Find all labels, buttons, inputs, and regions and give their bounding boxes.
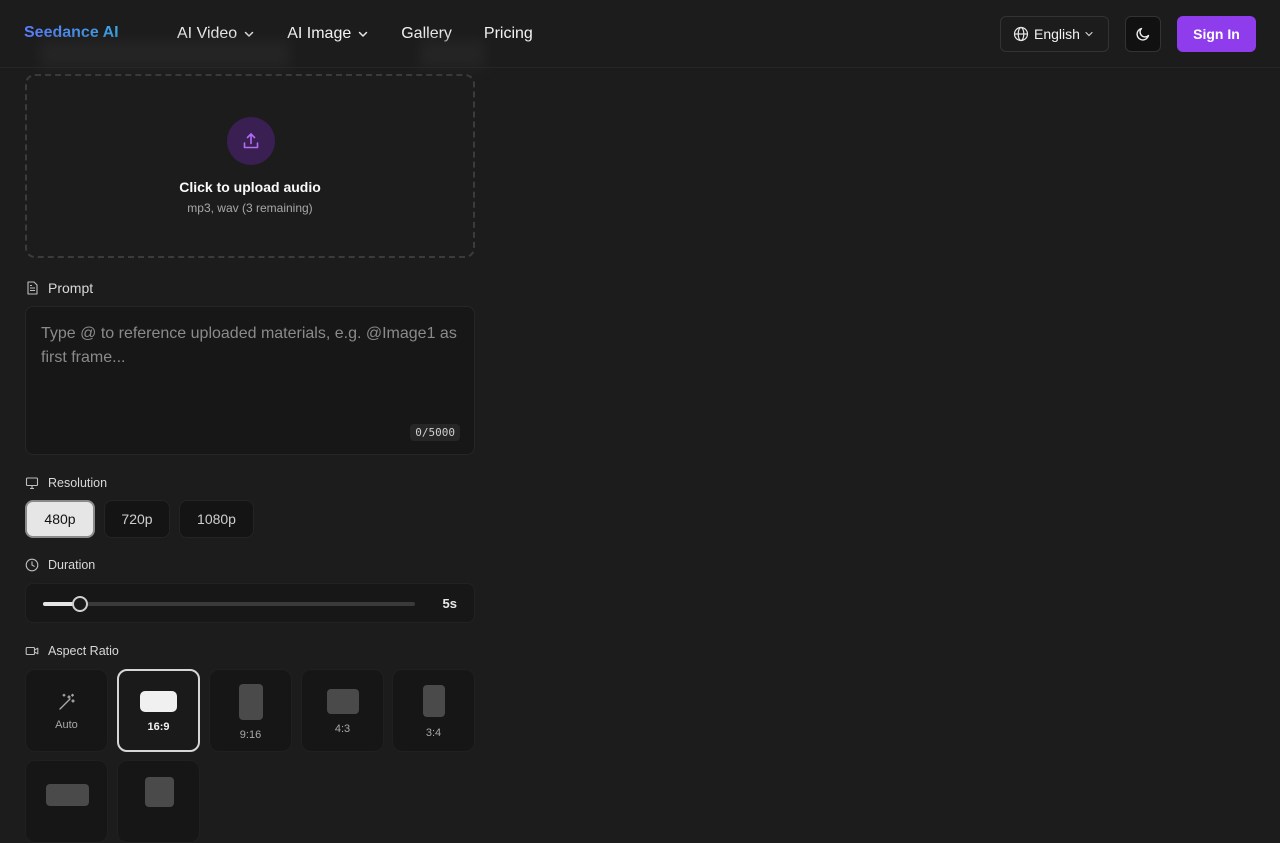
language-selector[interactable]: English: [1000, 16, 1109, 52]
upload-subtitle: mp3, wav (3 remaining): [187, 201, 313, 215]
ratio-preview-3-4: [423, 685, 445, 717]
aspect-ratio-9-16[interactable]: 9:16: [209, 669, 292, 752]
sign-in-button[interactable]: Sign In: [1177, 16, 1256, 52]
chevron-down-icon: [357, 28, 369, 40]
nav-pricing[interactable]: Pricing: [484, 24, 533, 44]
aspect-ratio-3-4-label: 3:4: [425, 727, 442, 739]
chevron-down-icon: [1084, 29, 1094, 39]
aspect-ratio-4-3-label: 4:3: [334, 723, 351, 735]
ratio-preview-16-9: [140, 691, 177, 712]
upload-title: Click to upload audio: [179, 179, 321, 195]
moon-icon: [1135, 26, 1151, 42]
aspect-ratio-label: Aspect Ratio: [25, 644, 119, 658]
document-icon: [25, 281, 39, 295]
prompt-input[interactable]: [26, 307, 474, 454]
monitor-icon: [25, 476, 39, 490]
chevron-down-icon: [243, 28, 255, 40]
theme-toggle-button[interactable]: [1125, 16, 1161, 52]
video-camera-icon: [25, 644, 39, 658]
ratio-preview-square: [145, 777, 174, 807]
nav-ai-image-label: AI Image: [287, 25, 352, 42]
globe-icon: [1013, 26, 1029, 42]
upload-icon-circle: [227, 117, 275, 165]
duration-label: Duration: [25, 558, 95, 572]
resolution-720p[interactable]: 720p: [104, 500, 170, 538]
ratio-preview-wide: [46, 784, 89, 806]
duration-control: 5s: [25, 583, 475, 623]
upload-icon: [241, 131, 261, 151]
duration-label-text: Duration: [48, 558, 96, 572]
ratio-preview-4-3: [327, 689, 359, 714]
language-label: English: [1034, 26, 1080, 42]
aspect-ratio-16-9-label: 16:9: [147, 721, 170, 733]
aspect-ratio-option[interactable]: [25, 760, 108, 843]
aspect-ratio-4-3[interactable]: 4:3: [301, 669, 384, 752]
nav-ai-image[interactable]: AI Image: [287, 24, 369, 44]
resolution-1080p[interactable]: 1080p: [179, 500, 254, 538]
prompt-box: 0/5000: [25, 306, 475, 455]
aspect-ratio-auto[interactable]: Auto: [25, 669, 108, 752]
resolution-label: Resolution: [25, 476, 107, 490]
clock-icon: [25, 558, 39, 572]
aspect-ratio-3-4[interactable]: 3:4: [392, 669, 475, 752]
ratio-preview-9-16: [239, 684, 263, 720]
blurred-overlay: [40, 40, 290, 68]
audio-upload-dropzone[interactable]: Click to upload audio mp3, wav (3 remain…: [25, 74, 475, 258]
aspect-ratio-auto-label: Auto: [55, 719, 78, 731]
duration-slider-thumb[interactable]: [72, 596, 89, 612]
aspect-ratio-label-text: Aspect Ratio: [48, 644, 119, 658]
resolution-480p[interactable]: 480p: [25, 500, 95, 538]
aspect-ratio-9-16-label: 9:16: [239, 729, 262, 741]
char-counter: 0/5000: [410, 424, 460, 441]
magic-wand-icon: [57, 692, 77, 712]
prompt-label-text: Prompt: [48, 280, 94, 296]
duration-slider[interactable]: [43, 596, 415, 612]
blurred-overlay: [420, 40, 485, 68]
duration-value: 5s: [442, 596, 457, 611]
prompt-label: Prompt: [25, 280, 93, 296]
resolution-label-text: Resolution: [48, 476, 108, 490]
aspect-ratio-16-9[interactable]: 16:9: [117, 669, 200, 752]
aspect-ratio-option[interactable]: [117, 760, 200, 843]
